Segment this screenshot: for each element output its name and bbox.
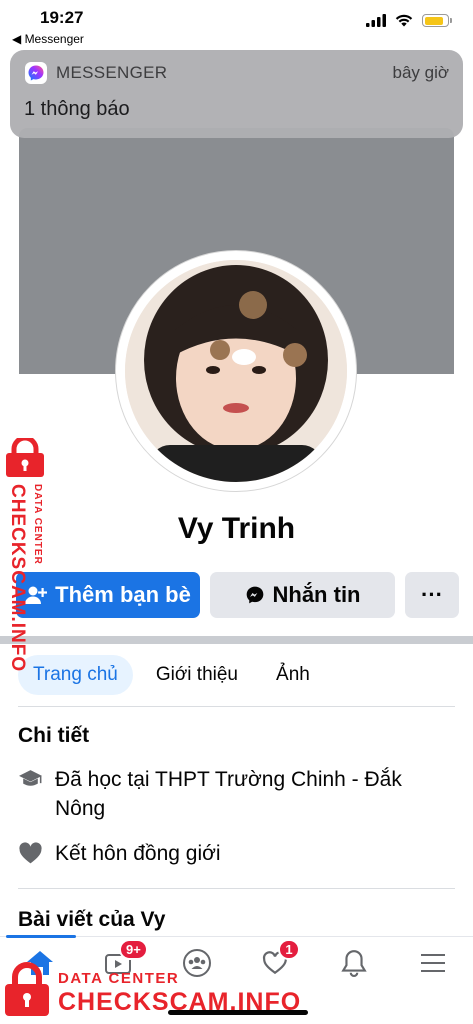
back-to-messenger-link[interactable]: ◀ Messenger: [12, 32, 84, 46]
nav-notifications[interactable]: [331, 945, 377, 981]
profile-tabs: Trang chủ Giới thiệu Ảnh: [18, 655, 333, 695]
dating-badge: 1: [278, 939, 300, 960]
education-text: Đã học tại THPT Trường Chinh - Đắk Nông: [55, 768, 402, 820]
active-tab-indicator: [6, 935, 76, 938]
status-bar: 19:27 ◀ Messenger: [0, 0, 473, 48]
watermark-side: CHECKSCAM.INFO DATA CENTER: [2, 438, 54, 672]
bell-icon: [341, 950, 367, 977]
section-divider: [0, 636, 473, 644]
video-badge: 9+: [119, 939, 148, 960]
graduation-cap-icon: [19, 770, 42, 786]
profile-name: Vy Trinh: [177, 512, 296, 545]
padlock-icon: [6, 438, 44, 477]
menu-icon: [421, 954, 445, 972]
messenger-icon: [246, 586, 263, 604]
tab-photos[interactable]: Ảnh: [261, 655, 325, 695]
tab-about[interactable]: Giới thiệu: [141, 655, 253, 695]
relationship-text: Kết hôn đồng giới: [55, 842, 221, 865]
details-title: Chi tiết: [18, 724, 90, 747]
status-indicators: [366, 14, 452, 27]
messenger-icon: [25, 62, 47, 84]
watermark-bottom: DATA CENTER CHECKSCAM.INFO: [0, 958, 300, 1024]
details-divider: [18, 888, 455, 889]
notification-app-name: MESSENGER: [56, 63, 168, 82]
notification-time: bây giờ: [392, 63, 449, 82]
watermark-side-text: CHECKSCAM.INFO: [7, 484, 28, 673]
detail-relationship: Kết hôn đồng giới: [18, 839, 455, 868]
cellular-signal-icon: [366, 14, 386, 27]
tabs-divider: [18, 706, 455, 707]
add-friend-label: Thêm bạn bè: [55, 582, 191, 607]
padlock-icon: [5, 962, 49, 1016]
profile-avatar[interactable]: [115, 250, 357, 492]
detail-education: Đã học tại THPT Trường Chinh - Đắk Nông: [18, 765, 455, 823]
posts-title: Bài viết của Vy: [18, 908, 166, 931]
nav-menu[interactable]: [410, 945, 456, 981]
watermark-bottom-subtext: DATA CENTER: [58, 970, 180, 987]
more-options-icon: ···: [421, 582, 443, 607]
wifi-icon: [395, 14, 413, 27]
notification-body: 1 thông báo: [24, 98, 130, 120]
avatar-photo: [125, 260, 347, 482]
watermark-side-subtext: DATA CENTER: [32, 484, 43, 565]
battery-icon: [422, 14, 452, 27]
watermark-bottom-text: CHECKSCAM.INFO: [58, 988, 302, 1016]
message-label: Nhắn tin: [272, 582, 361, 607]
message-button[interactable]: Nhắn tin: [210, 572, 395, 618]
heart-icon: [19, 842, 42, 864]
status-time: 19:27: [40, 8, 84, 27]
more-options-button[interactable]: ···: [405, 572, 459, 618]
notification-banner[interactable]: MESSENGER bây giờ 1 thông báo: [10, 50, 463, 138]
